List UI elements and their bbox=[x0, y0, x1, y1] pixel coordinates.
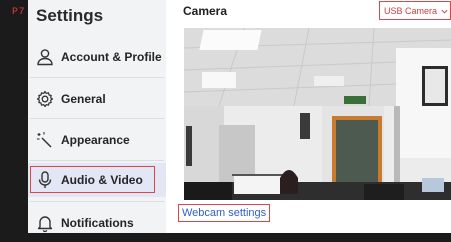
webcam-settings-link[interactable]: Webcam settings bbox=[178, 204, 271, 222]
sidebar-item-label: Appearance bbox=[61, 133, 130, 147]
sidebar-divider bbox=[30, 77, 164, 78]
sidebar-item-label: Account & Profile bbox=[61, 50, 162, 64]
camera-select[interactable]: USB Camera bbox=[379, 1, 451, 20]
sidebar-item-appearance[interactable]: Appearance bbox=[28, 121, 166, 159]
sidebar-item-notifications[interactable]: Notifications bbox=[28, 204, 166, 242]
webcam-preview bbox=[184, 28, 451, 200]
settings-title: Settings bbox=[36, 6, 104, 25]
person-icon bbox=[34, 46, 56, 68]
bell-icon bbox=[34, 212, 56, 234]
magic-wand-icon bbox=[34, 129, 56, 151]
chevron-down-icon bbox=[441, 7, 448, 14]
settings-sidebar: Settings Account & Profile General Appea… bbox=[28, 0, 166, 233]
sidebar-divider bbox=[30, 118, 164, 119]
sidebar-item-label: General bbox=[61, 92, 106, 106]
sidebar-item-general[interactable]: General bbox=[28, 80, 166, 118]
corner-tag: P7 bbox=[12, 7, 26, 18]
camera-label: Camera bbox=[183, 4, 228, 18]
sidebar-item-label: Notifications bbox=[61, 216, 134, 230]
camera-select-value: USB Camera bbox=[384, 5, 438, 16]
gear-icon bbox=[34, 88, 56, 110]
sidebar-divider bbox=[30, 160, 164, 161]
sidebar-divider bbox=[30, 201, 164, 202]
camera-panel: Camera USB Camera Webcam settings bbox=[166, 0, 451, 233]
active-item-highlight bbox=[30, 166, 155, 193]
sidebar-item-account-profile[interactable]: Account & Profile bbox=[28, 38, 166, 76]
